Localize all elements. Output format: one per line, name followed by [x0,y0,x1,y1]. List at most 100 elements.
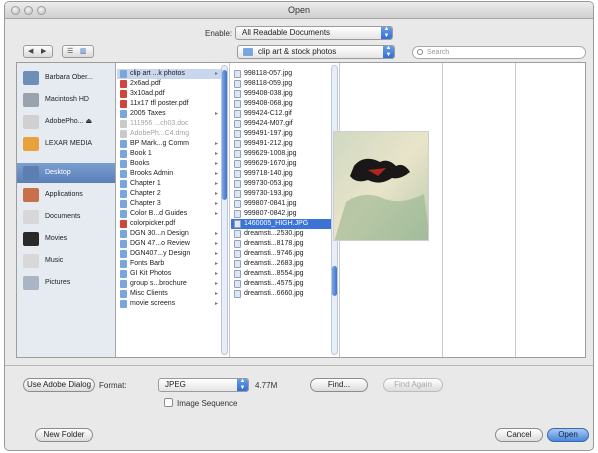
list-item[interactable]: Book 1 ▸ [117,149,221,159]
list-item-label: 2x6ad.pdf [130,80,161,87]
list-item[interactable]: 999629-1670.jpg [231,159,331,169]
list-item-label: 999408-068.jpg [244,100,293,107]
list-item-label: group s...brochure [130,280,187,287]
list-item[interactable]: 999807-0841.jpg [231,199,331,209]
list-item[interactable]: DGN 30...n Design ▸ [117,229,221,239]
format-value: JPEG [165,380,186,389]
list-item[interactable]: GI Kit Photos ▸ [117,269,221,279]
list-item-label: 111956 ...ch03.doc [130,120,189,127]
list-item[interactable]: 999629-1008.jpg [231,149,331,159]
list-item[interactable]: 999730-053.jpg [231,179,331,189]
sidebar-item[interactable]: Applications [17,185,115,205]
list-item[interactable]: 998118-057.jpg [231,69,331,79]
list-item[interactable]: 999424-C12.gif [231,109,331,119]
image-file-icon [234,250,241,258]
list-item[interactable]: 1460005_HIGH.JPG [231,219,331,229]
list-item-label: Misc Clients [130,290,168,297]
sidebar-item[interactable]: AdobePho... ⏏ [17,112,115,132]
list-item[interactable]: dreamsti...8178.jpg [231,239,331,249]
enable-popup[interactable]: All Readable Documents ▲ ▼ [235,26,393,40]
list-item[interactable]: Chapter 3 ▸ [117,199,221,209]
list-item[interactable]: movie screens ▸ [117,299,221,309]
list-item[interactable]: dreamsti...4575.jpg [231,279,331,289]
sidebar-item[interactable]: LEXAR MEDIA [17,134,115,154]
list-item[interactable]: Books ▸ [117,159,221,169]
forward-arrow-icon[interactable]: ▶ [41,46,46,57]
column-view-icon[interactable]: ▥ [80,46,87,57]
find-button[interactable]: Find... [310,378,368,392]
popup-arrows-icon: ▲ ▼ [383,46,394,58]
list-item[interactable]: Brooks Admin ▸ [117,169,221,179]
location-popup[interactable]: clip art & stock photos ▲ ▼ [237,45,395,59]
back-arrow-icon[interactable]: ◀ [28,46,33,57]
list-item[interactable]: DGN 47...o Review ▸ [117,239,221,249]
folder-icon [120,270,127,278]
list-item[interactable]: 999718-140.jpg [231,169,331,179]
cancel-button[interactable]: Cancel [495,428,543,442]
list-item[interactable]: 999807-0842.jpg [231,209,331,219]
disclosure-arrow-icon: ▸ [214,161,218,167]
sidebar-item[interactable]: Documents [17,207,115,227]
disclosure-arrow-icon: ▸ [214,211,218,217]
sidebar-item[interactable]: Pictures [17,273,115,293]
disclosure-arrow-icon: ▸ [214,141,218,147]
list-item[interactable]: 999730-193.jpg [231,189,331,199]
scroll-thumb[interactable] [332,266,337,296]
divider [5,365,593,366]
list-item[interactable]: Misc Clients ▸ [117,289,221,299]
scroll-thumb[interactable] [222,70,227,200]
format-popup[interactable]: JPEG ▲ ▼ [158,378,249,392]
list-item[interactable]: dreamsti...8554.jpg [231,269,331,279]
list-item[interactable]: 3x10ad.pdf [117,89,221,99]
pdf-file-icon [120,100,127,108]
list-item[interactable]: DGN407...y Design ▸ [117,249,221,259]
list-item[interactable]: AdobePh...C4.dmg [117,129,221,139]
list-item-label: colorpicker.pdf [130,220,176,227]
list-item[interactable]: dreamsti...2530.jpg [231,229,331,239]
list-item[interactable]: dreamsti...6660.jpg [231,289,331,299]
list-item[interactable]: 111956 ...ch03.doc [117,119,221,129]
sidebar-item[interactable]: Movies [17,229,115,249]
list-item[interactable]: 999491-212.jpg [231,139,331,149]
search-field[interactable]: Search [412,46,586,59]
list-item[interactable]: clip art ...k photos ▸ [117,69,221,79]
open-button[interactable]: Open [547,428,589,442]
list-item[interactable]: Chapter 2 ▸ [117,189,221,199]
list-item[interactable]: 999408-038.jpg [231,89,331,99]
list-view-icon[interactable]: ☰ [67,46,73,57]
vertical-scrollbar[interactable] [221,65,228,355]
list-item[interactable]: Fonts Barb ▸ [117,259,221,269]
list-item[interactable]: dreamsti...9746.jpg [231,249,331,259]
popup-arrows-icon: ▲ ▼ [381,27,392,39]
sidebar-item[interactable]: Desktop [17,163,115,183]
list-item[interactable]: 999408-068.jpg [231,99,331,109]
list-item[interactable]: colorpicker.pdf [117,219,221,229]
list-item[interactable]: 11x17 tfl poster.pdf [117,99,221,109]
list-item[interactable]: dreamsti...2683.jpg [231,259,331,269]
list-item[interactable]: 2x6ad.pdf [117,79,221,89]
list-item[interactable]: group s...brochure ▸ [117,279,221,289]
hard-drive-icon [23,93,39,107]
list-item[interactable]: 998118-059.jpg [231,79,331,89]
image-sequence-checkbox[interactable] [164,398,173,407]
new-folder-button[interactable]: New Folder [35,428,93,442]
image-file-icon [234,160,241,168]
find-again-button[interactable]: Find Again [383,378,443,392]
list-item[interactable]: BP Mark...g Comm ▸ [117,139,221,149]
list-item-label: 11x17 tfl poster.pdf [130,100,189,107]
list-item[interactable]: Chapter 1 ▸ [117,179,221,189]
list-item[interactable]: 2005 Taxes ▸ [117,109,221,119]
list-item[interactable]: 999491-197.jpg [231,129,331,139]
sidebar-item[interactable]: Music [17,251,115,271]
list-item-label: dreamsti...8178.jpg [244,240,304,247]
list-item[interactable]: 999424-M07.gif [231,119,331,129]
disclosure-arrow-icon: ▸ [214,241,218,247]
sidebar-item[interactable]: Barbara Ober... [17,68,115,88]
back-forward-buttons[interactable]: ◀ ▶ [23,45,53,58]
sidebar-item[interactable]: Macintosh HD [17,90,115,110]
disclosure-arrow-icon: ▸ [214,181,218,187]
popup-arrows-icon: ▲ ▼ [237,379,248,391]
view-mode-buttons[interactable]: ☰ ▥ [62,45,94,58]
use-adobe-dialog-button[interactable]: Use Adobe Dialog [23,378,95,392]
list-item[interactable]: Color B...d Guides ▸ [117,209,221,219]
